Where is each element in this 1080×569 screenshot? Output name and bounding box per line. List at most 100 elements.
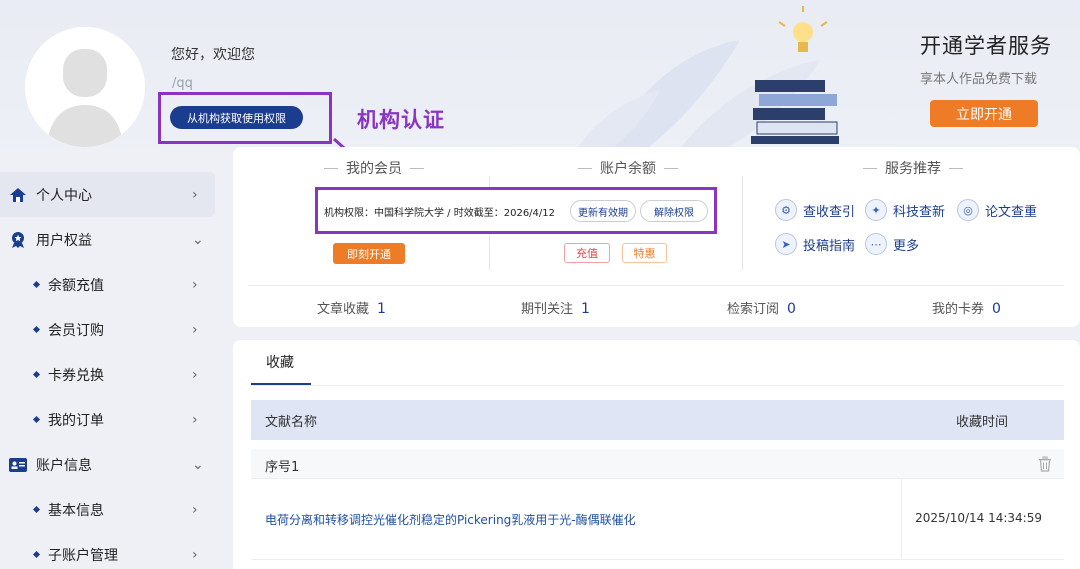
- stat-value: 1: [581, 301, 590, 317]
- balance-section-title: 账户余额: [570, 158, 686, 178]
- balance-title-text: 账户余额: [600, 161, 656, 177]
- decor-leaves-illustration: [564, 40, 820, 170]
- sidebar-item-label: 账户信息: [36, 457, 92, 474]
- more-icon: ⋯: [865, 233, 887, 255]
- favorite-time: 2025/10/14 14:34:59: [915, 511, 1042, 525]
- sidebar-item-membership[interactable]: 会员订购 ›: [0, 307, 215, 352]
- sidebar-item-orders[interactable]: 我的订单 ›: [0, 397, 215, 442]
- chevron-right-icon: ›: [192, 411, 198, 428]
- bullet-icon: [32, 280, 41, 289]
- table-row: 电荷分离和转移调控光催化剂稳定的Pickering乳液用于光-酶偶联催化 202…: [251, 479, 1064, 560]
- group-label: 序号1: [265, 460, 300, 475]
- sidebar-item-user-rights[interactable]: 用户权益 ⌄: [0, 217, 215, 262]
- chevron-right-icon: ›: [192, 321, 198, 338]
- sidebar: 个人中心 › 用户权益 ⌄ 余额充值 › 会员订购 › 卡券兑换 › 我的订单 …: [0, 172, 215, 569]
- service-label: 查收查引: [803, 204, 856, 220]
- stat-search-subscriptions[interactable]: 检索订阅 0: [727, 298, 796, 317]
- user-silhouette-icon: [25, 27, 145, 147]
- sidebar-item-label: 基本信息: [48, 502, 104, 519]
- stat-label: 期刊关注: [521, 302, 574, 317]
- stat-my-coupons[interactable]: 我的卡券 0: [932, 298, 1001, 317]
- service-label: 科技查新: [893, 204, 946, 220]
- revoke-access-button[interactable]: 解除权限: [640, 200, 708, 222]
- chevron-right-icon: ›: [192, 546, 198, 563]
- id-card-icon: [8, 455, 28, 475]
- stat-journal-follows[interactable]: 期刊关注 1: [521, 298, 590, 317]
- sidebar-item-label: 子账户管理: [48, 547, 118, 564]
- institution-access-text: 机构权限：中国科学院大学 / 时效截至：2026/4/12: [324, 208, 556, 219]
- header-banner: [0, 0, 1080, 170]
- bullet-icon: [32, 550, 41, 559]
- sidebar-item-label: 会员订购: [48, 322, 104, 339]
- sidebar-item-label: 我的订单: [48, 412, 104, 429]
- check-doc-icon: ◎: [957, 199, 979, 221]
- renew-validity-button[interactable]: 更新有效期: [570, 200, 636, 222]
- column-header-title: 文献名称: [265, 414, 318, 430]
- chevron-down-icon: ⌄: [192, 231, 204, 248]
- service-submission-guide[interactable]: ➤ 投稿指南: [775, 233, 855, 255]
- chevron-right-icon: ›: [192, 501, 198, 518]
- promo-title: 开通学者服务: [920, 34, 1052, 58]
- service-citation-check[interactable]: ⚙ 查收查引: [775, 199, 855, 221]
- send-icon: ➤: [775, 233, 797, 255]
- sidebar-item-recharge[interactable]: 余额充值 ›: [0, 262, 215, 307]
- open-scholar-service-button[interactable]: 立即开通: [930, 100, 1038, 127]
- stat-label: 文章收藏: [317, 302, 370, 317]
- bulb-icon: ✦: [865, 199, 887, 221]
- home-icon: [8, 185, 28, 205]
- sidebar-item-personal-center[interactable]: 个人中心 ›: [0, 172, 215, 217]
- sidebar-item-basic-info[interactable]: 基本信息 ›: [0, 487, 215, 532]
- service-label: 论文查重: [985, 204, 1038, 220]
- services-section-title: 服务推荐: [855, 158, 971, 178]
- sidebar-item-label: 卡券兑换: [48, 367, 104, 384]
- table-header: 文献名称 收藏时间: [251, 400, 1064, 440]
- open-membership-button[interactable]: 即刻开通: [333, 243, 405, 264]
- column-header-time: 收藏时间: [955, 414, 1008, 430]
- cell-divider: [901, 479, 902, 560]
- user-id: /qq: [172, 76, 193, 91]
- badge-icon: [8, 230, 28, 250]
- divider: [742, 176, 743, 270]
- stat-article-favorites[interactable]: 文章收藏 1: [317, 298, 386, 317]
- stat-value: 0: [787, 301, 796, 317]
- service-more[interactable]: ⋯ 更多: [865, 233, 919, 255]
- stat-label: 我的卡券: [932, 302, 985, 317]
- greeting-text: 您好，欢迎您: [171, 47, 255, 63]
- sidebar-item-coupon[interactable]: 卡券兑换 ›: [0, 352, 215, 397]
- get-institution-access-button[interactable]: 从机构获取使用权限: [170, 106, 303, 129]
- books-lightbulb-illustration: [751, 6, 839, 144]
- tab-baseline: [251, 385, 1064, 386]
- stat-value: 1: [377, 301, 386, 317]
- gear-search-icon: ⚙: [775, 199, 797, 221]
- service-novelty-search[interactable]: ✦ 科技查新: [865, 199, 945, 221]
- avatar[interactable]: [25, 27, 145, 147]
- chevron-right-icon: ›: [192, 186, 198, 203]
- stat-label: 检索订阅: [727, 302, 780, 317]
- chevron-right-icon: ›: [192, 366, 198, 383]
- sidebar-item-account-info[interactable]: 账户信息 ⌄: [0, 442, 215, 487]
- service-label: 投稿指南: [803, 238, 856, 254]
- divider: [248, 285, 1064, 286]
- annotation-institution-auth: 机构认证: [357, 108, 445, 132]
- bullet-icon: [32, 370, 41, 379]
- trash-icon[interactable]: [1038, 456, 1052, 472]
- chevron-down-icon: ⌄: [192, 456, 204, 473]
- service-plagiarism-check[interactable]: ◎ 论文查重: [957, 199, 1037, 221]
- table-group-row: 序号1: [251, 449, 1064, 479]
- tab-active-indicator: [251, 383, 311, 385]
- sidebar-item-sub-accounts[interactable]: 子账户管理 ›: [0, 532, 215, 569]
- sidebar-item-label: 个人中心: [36, 187, 92, 204]
- article-title-link[interactable]: 电荷分离和转移调控光催化剂稳定的Pickering乳液用于光-酶偶联催化: [265, 511, 636, 528]
- sidebar-item-label: 余额充值: [48, 277, 104, 294]
- stat-value: 0: [992, 301, 1001, 317]
- recharge-button[interactable]: 充值: [564, 243, 610, 263]
- bullet-icon: [32, 415, 41, 424]
- chevron-right-icon: ›: [192, 276, 198, 293]
- services-title-text: 服务推荐: [885, 161, 941, 177]
- special-offer-button[interactable]: 特惠: [622, 243, 667, 263]
- tab-favorites[interactable]: 收藏: [266, 352, 294, 372]
- membership-title-text: 我的会员: [346, 161, 402, 177]
- membership-section-title: 我的会员: [316, 158, 432, 178]
- sidebar-item-label: 用户权益: [36, 232, 92, 249]
- promo-subtitle: 享本人作品免费下载: [920, 72, 1038, 87]
